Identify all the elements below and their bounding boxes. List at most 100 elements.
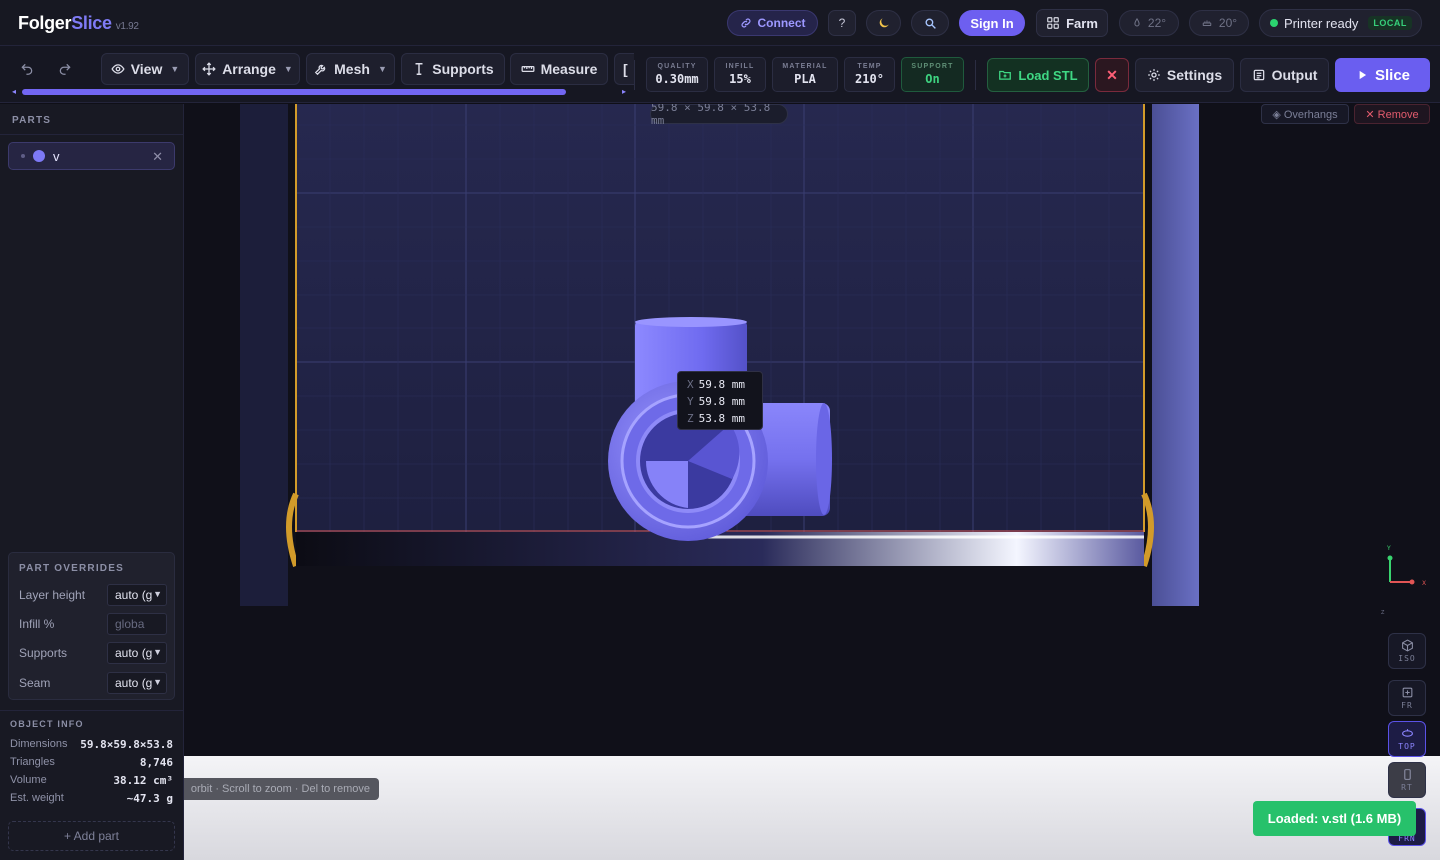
app-version: v1.92	[115, 21, 139, 32]
bed-corner-left	[286, 492, 299, 567]
output-label: Output	[1271, 67, 1318, 83]
nozzle-temperature: 22°	[1119, 10, 1179, 36]
scrollbar-thumb[interactable]	[22, 89, 566, 95]
support-param[interactable]: SUPPORT On	[901, 57, 964, 92]
axis-label-z: Z	[1381, 610, 1385, 616]
part-overrides-panel: PART OVERRIDES Layer height auto (g ▼ Inf…	[8, 552, 175, 700]
temp-param[interactable]: TEMP 210°	[844, 57, 895, 92]
axis-label-y: Y	[1386, 545, 1391, 552]
chevron-down-icon: ▼	[153, 677, 162, 687]
sign-in-label: Sign In	[970, 15, 1014, 31]
axis-value: 53.8 mm	[698, 412, 745, 425]
arrange-menu-button[interactable]: Arrange ▼	[195, 53, 300, 85]
bed-temperature: 20°	[1189, 10, 1249, 36]
farm-button[interactable]: Farm	[1036, 9, 1108, 37]
info-value: 38.12 cm³	[113, 774, 173, 787]
chevron-down-icon: ▼	[153, 589, 162, 599]
link-icon	[741, 18, 750, 28]
view-button-label: RT	[1401, 783, 1413, 792]
layer-height-select[interactable]: auto (g ▼	[107, 584, 167, 606]
view-iso-button[interactable]: ISO	[1388, 633, 1426, 669]
status-text: Printer ready	[1284, 15, 1359, 31]
seam-select[interactable]: auto (g ▼	[107, 672, 167, 694]
infill-input[interactable]: globa	[107, 613, 167, 635]
bed-corner-right	[1141, 492, 1154, 567]
drag-handle-icon[interactable]	[21, 154, 25, 158]
search-button[interactable]	[911, 10, 949, 36]
param-label: SUPPORT	[911, 63, 954, 70]
close-file-button[interactable]: ✕	[1095, 58, 1129, 92]
load-stl-button[interactable]: Load STL	[987, 58, 1089, 92]
search-icon	[924, 17, 936, 29]
add-part-button[interactable]: + Add part	[8, 821, 175, 851]
help-button[interactable]: ?	[828, 10, 856, 36]
axis-label: X	[687, 378, 694, 391]
sign-in-button[interactable]: Sign In	[959, 10, 1025, 36]
mesh-menu-button[interactable]: Mesh ▼	[306, 53, 395, 85]
model-horizontal-end	[816, 403, 832, 515]
info-value: ~47.3 g	[126, 792, 173, 805]
parts-section-title: PARTS	[12, 115, 52, 126]
override-row-infill: Infill % globa	[19, 613, 167, 635]
select-value: auto (g	[115, 646, 153, 660]
measure-label: Measure	[540, 61, 598, 77]
build-volume-scene[interactable]: Y X Z	[184, 104, 1440, 860]
overflow-tool-button[interactable]: [	[614, 53, 634, 85]
param-label: MATERIAL	[782, 63, 828, 70]
override-label: Seam	[19, 676, 51, 690]
logo-text: Folger	[18, 13, 72, 33]
toolbar-scrollbar[interactable]: ◂ ▸	[12, 87, 628, 96]
info-row-triangles: Triangles 8,746	[10, 756, 173, 769]
view-right-button[interactable]: RT	[1388, 762, 1426, 798]
farm-label: Farm	[1066, 15, 1098, 31]
undo-button[interactable]	[11, 53, 43, 85]
3d-viewport[interactable]: Y X Z 59.8 × 59.8 × 53.8 mm ◈ Overhangs …	[184, 104, 1440, 860]
toolbar-divider	[634, 60, 635, 90]
slice-label: Slice	[1374, 66, 1411, 84]
info-row-volume: Volume 38.12 cm³	[10, 774, 173, 787]
theme-toggle-button[interactable]	[866, 10, 901, 36]
infill-param[interactable]: INFILL 15%	[714, 57, 766, 92]
mesh-label: Mesh	[334, 61, 370, 77]
moon-icon	[879, 18, 889, 28]
connect-button[interactable]: Connect	[727, 10, 818, 36]
select-value: auto (g	[115, 588, 153, 602]
chevron-down-icon: ▼	[170, 64, 180, 74]
divider	[0, 710, 184, 711]
remove-model-button[interactable]: ✕ Remove	[1354, 104, 1430, 124]
param-value: On	[925, 72, 940, 86]
supports-button[interactable]: Supports	[401, 53, 505, 85]
view-menu-button[interactable]: View ▼	[101, 53, 189, 85]
supports-select[interactable]: auto (g ▼	[107, 642, 167, 664]
object-info-title: OBJECT INFO	[10, 719, 84, 729]
view-label: View	[130, 61, 163, 77]
param-value: 210°	[855, 72, 884, 86]
param-value: PLA	[794, 72, 816, 86]
remove-part-icon[interactable]: ✕	[152, 149, 163, 165]
settings-button[interactable]: Settings	[1135, 58, 1234, 92]
view-button-label: ISO	[1398, 654, 1416, 663]
scroll-left-icon[interactable]: ◂	[12, 87, 16, 96]
bed-icon	[1202, 20, 1212, 27]
quality-param[interactable]: QUALITY 0.30mm	[646, 57, 708, 92]
support-beam-icon	[415, 63, 423, 75]
redo-button[interactable]	[49, 53, 81, 85]
part-list-item[interactable]: v ✕	[8, 142, 175, 170]
notification-toast[interactable]: Loaded: v.stl (1.6 MB)	[1253, 801, 1416, 836]
slice-button[interactable]: Slice	[1335, 58, 1430, 92]
document-icon	[1253, 69, 1264, 81]
scroll-right-icon[interactable]: ▸	[622, 87, 626, 96]
app-logo: FolgerSlice v1.92	[18, 13, 139, 34]
measure-button[interactable]: Measure	[510, 53, 608, 85]
material-param[interactable]: MATERIAL PLA	[772, 57, 838, 92]
view-front-button[interactable]: FR	[1388, 680, 1426, 716]
overhangs-toggle-button[interactable]: ◈ Overhangs	[1261, 104, 1349, 124]
printer-status[interactable]: Printer ready LOCAL	[1259, 9, 1422, 37]
output-button[interactable]: Output	[1240, 58, 1329, 92]
part-name: v	[53, 148, 60, 164]
param-label: QUALITY	[657, 63, 697, 70]
part-color-swatch[interactable]	[33, 150, 45, 162]
close-icon: ✕	[1106, 66, 1118, 83]
help-label: ?	[838, 16, 846, 30]
view-top-button[interactable]: TOP	[1388, 721, 1426, 757]
